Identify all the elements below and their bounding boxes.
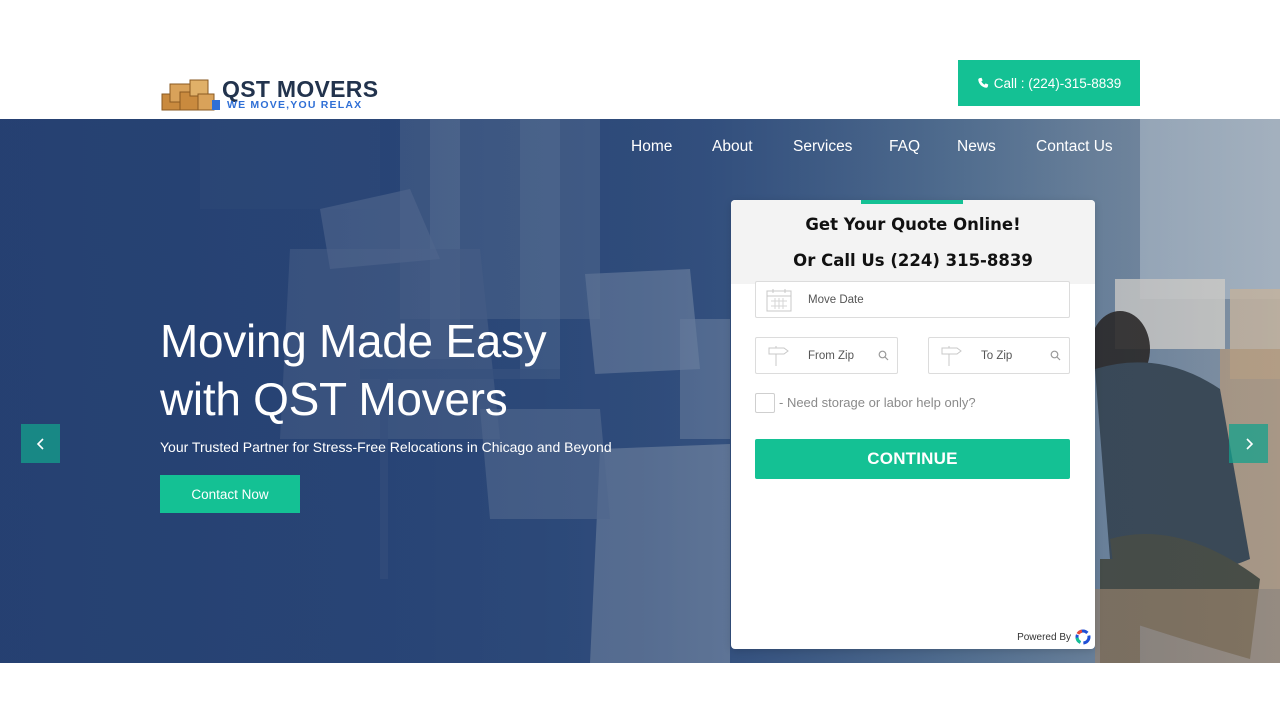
- phone-icon: [977, 77, 988, 88]
- chevron-left-icon: [36, 437, 44, 450]
- continue-button[interactable]: CONTINUE: [755, 439, 1070, 479]
- call-button-label: Call : (224)-315-8839: [993, 75, 1122, 91]
- signpost-icon: [768, 346, 789, 366]
- nav-item-about[interactable]: About: [712, 137, 753, 157]
- logo-tagline: WE MOVE,YOU RELAX: [227, 99, 363, 111]
- carousel-next-button[interactable]: [1229, 424, 1268, 463]
- carousel-prev-button[interactable]: [21, 424, 60, 463]
- move-date-field[interactable]: Move Date: [755, 281, 1070, 318]
- contact-now-button[interactable]: Contact Now: [160, 475, 300, 513]
- powered-by-label: Powered By: [1017, 631, 1071, 643]
- hero-headline-line2: with QST Movers: [160, 373, 508, 425]
- hero-headline: Moving Made Easy with QST Movers: [160, 312, 680, 428]
- storage-checkbox[interactable]: [755, 393, 775, 413]
- search-icon: [1050, 350, 1061, 361]
- move-date-placeholder: Move Date: [808, 294, 864, 306]
- hero-subheadline: Your Trusted Partner for Stress-Free Rel…: [160, 439, 612, 455]
- main-nav: Home About Services FAQ News Contact Us: [0, 137, 1280, 159]
- from-zip-field[interactable]: From Zip: [755, 337, 898, 374]
- calendar-icon: [766, 289, 792, 312]
- powered-by-logo-icon: [1075, 629, 1091, 645]
- call-button[interactable]: Call : (224)-315-8839: [958, 60, 1140, 106]
- quote-accent-bar: [861, 200, 963, 204]
- to-zip-placeholder: To Zip: [981, 350, 1013, 362]
- storage-checkbox-label: - Need storage or labor help only?: [779, 395, 976, 410]
- moving-boxes-logo-icon: [161, 79, 220, 111]
- quote-form-header: Get Your Quote Online! Or Call Us (224) …: [731, 200, 1095, 284]
- nav-item-news[interactable]: News: [957, 137, 996, 157]
- site-header: QST MOVERS WE MOVE,YOU RELAX Call : (224…: [0, 0, 1280, 119]
- to-zip-field[interactable]: To Zip: [928, 337, 1070, 374]
- nav-item-services[interactable]: Services: [793, 137, 852, 157]
- nav-item-faq[interactable]: FAQ: [889, 137, 920, 157]
- nav-item-contact-us[interactable]: Contact Us: [1036, 137, 1113, 157]
- from-zip-placeholder: From Zip: [808, 350, 854, 362]
- quote-form: Get Your Quote Online! Or Call Us (224) …: [731, 200, 1095, 649]
- search-icon: [878, 350, 889, 361]
- nav-item-home[interactable]: Home: [631, 137, 672, 157]
- hero-headline-line1: Moving Made Easy: [160, 315, 547, 367]
- chevron-right-icon: [1245, 437, 1253, 450]
- hero-section: Home About Services FAQ News Contact Us …: [0, 119, 1280, 663]
- logo[interactable]: QST MOVERS WE MOVE,YOU RELAX: [160, 76, 390, 114]
- quote-form-title: Get Your Quote Online!: [805, 215, 1021, 234]
- powered-by: Powered By: [1017, 629, 1091, 645]
- quote-form-subtitle: Or Call Us (224) 315-8839: [793, 251, 1033, 270]
- signpost-icon: [941, 346, 962, 366]
